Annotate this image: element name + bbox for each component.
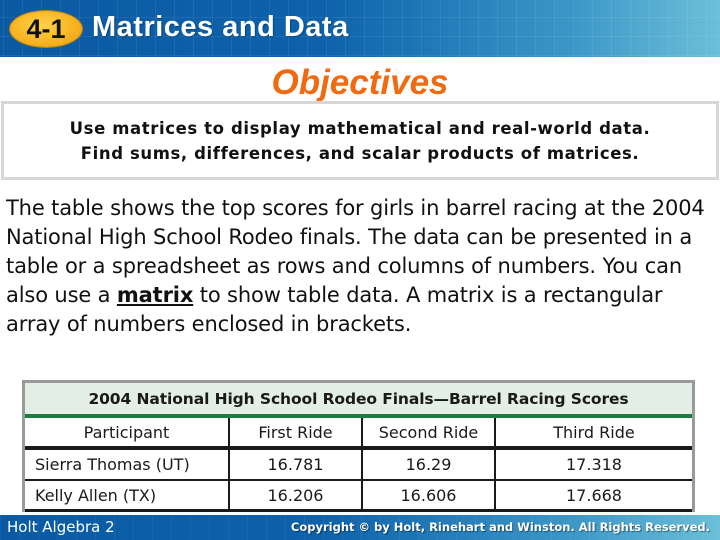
objective-item: Find sums, differences, and scalar produ… — [80, 143, 640, 163]
copyright-notice: Copyright © by Holt, Rinehart and Winsto… — [290, 520, 710, 534]
column-header: Second Ride — [363, 418, 496, 446]
table-header-row: Participant First Ride Second Ride Third… — [25, 418, 692, 450]
column-header: Participant — [25, 418, 230, 446]
score-cell: 16.606 — [363, 481, 496, 509]
column-header: First Ride — [230, 418, 363, 446]
table-caption: 2004 National High School Rodeo Finals—B… — [25, 383, 692, 418]
score-cell: 16.781 — [230, 450, 363, 479]
participant-cell: Kelly Allen (TX) — [25, 481, 230, 509]
body-paragraph: The table shows the top scores for girls… — [6, 194, 718, 339]
lesson-number-badge: 4-1 — [10, 11, 82, 47]
participant-cell: Sierra Thomas (UT) — [25, 450, 230, 479]
book-title: Holt Algebra 2 — [7, 518, 115, 536]
table-row: Sierra Thomas (UT) 16.781 16.29 17.318 — [25, 450, 692, 481]
objectives-box: Use matrices to display mathematical and… — [1, 101, 719, 180]
lesson-number: 4-1 — [26, 13, 66, 44]
column-header: Third Ride — [553, 422, 635, 442]
rodeo-scores-table: 2004 National High School Rodeo Finals—B… — [22, 380, 695, 512]
footer-bar: Holt Algebra 2 Copyright © by Holt, Rine… — [0, 515, 720, 540]
vocabulary-term-matrix[interactable]: matrix — [117, 283, 193, 307]
score-cell: 16.29 — [363, 450, 496, 479]
objectives-title: Objectives — [271, 63, 449, 102]
objective-item: Use matrices to display mathematical and… — [69, 118, 651, 138]
lesson-title: Matrices and Data — [92, 11, 349, 43]
score-cell: 17.318 — [566, 455, 622, 474]
score-cell: 16.206 — [230, 481, 363, 509]
header-banner: 4-1 Matrices and Data — [0, 0, 720, 57]
score-cell: 17.668 — [566, 485, 622, 505]
table-row: Kelly Allen (TX) 16.206 16.606 17.668 — [25, 481, 692, 512]
